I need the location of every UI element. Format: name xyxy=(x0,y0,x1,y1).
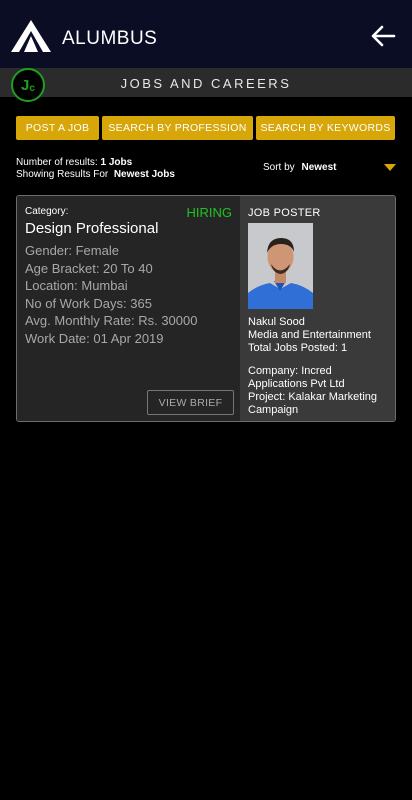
project: Project: Kalakar Marketing Campaign xyxy=(248,391,377,416)
job-poster-panel: JOB POSTER Nakul Sood Media and Entertai… xyxy=(240,196,395,421)
poster-total-jobs: Total Jobs Posted: 1 xyxy=(248,342,348,354)
job-card[interactable]: Category: HIRING Design Professional Gen… xyxy=(16,195,396,422)
search-by-profession-button[interactable]: SEARCH BY PROFESSION xyxy=(102,116,253,140)
avatar xyxy=(248,223,313,309)
sort-value: Newest xyxy=(301,162,337,173)
sort-label: Sort by xyxy=(263,162,295,173)
section-title: JOBS AND CAREERS xyxy=(120,76,292,91)
category-label: Category: xyxy=(25,206,69,217)
results-count-label: Number of results: xyxy=(16,157,98,168)
app-title: ALUMBUS xyxy=(62,28,158,49)
company: Company: Incred Applications Pvt Ltd xyxy=(248,365,345,390)
job-title: Design Professional xyxy=(25,220,159,237)
company-info: Company: Incred Applications Pvt Ltd Pro… xyxy=(248,365,393,417)
job-details: Gender: Female Age Bracket: 20 To 40 Loc… xyxy=(25,242,197,347)
search-by-keywords-button[interactable]: SEARCH BY KEYWORDS xyxy=(256,116,395,140)
age-bracket: Age Bracket: 20 To 40 xyxy=(25,260,153,276)
showing-label: Showing Results For xyxy=(16,169,109,180)
monthly-rate: Avg. Monthly Rate: Rs. 30000 xyxy=(25,313,198,328)
location: Location: Mumbai xyxy=(25,278,128,293)
alumbus-logo xyxy=(11,20,51,52)
back-arrow-icon[interactable] xyxy=(370,24,396,48)
sort-control[interactable]: Sort by Newest xyxy=(263,162,336,173)
gender: Gender: Female xyxy=(25,243,119,258)
post-job-button[interactable]: POST A JOB xyxy=(16,116,99,140)
poster-name: Nakul Sood xyxy=(248,316,305,328)
view-brief-button[interactable]: VIEW BRIEF xyxy=(147,390,234,415)
results-count-value: 1 Jobs xyxy=(100,157,133,168)
poster-info: Nakul Sood Media and Entertainment Total… xyxy=(248,316,393,355)
work-days: No of Work Days: 365 xyxy=(25,295,152,311)
showing-value: Newest Jobs xyxy=(113,169,175,180)
work-date: Work Date: 01 Apr 2019 xyxy=(25,330,164,346)
poster-industry: Media and Entertainment xyxy=(248,329,371,341)
status-badge: HIRING xyxy=(186,205,233,220)
results-info: Number of results: 1 Jobs Showing Result… xyxy=(16,157,175,181)
dropdown-triangle-icon[interactable] xyxy=(384,164,396,171)
job-poster-label: JOB POSTER xyxy=(248,207,321,219)
job-details-panel: Category: HIRING Design Professional Gen… xyxy=(17,196,240,421)
